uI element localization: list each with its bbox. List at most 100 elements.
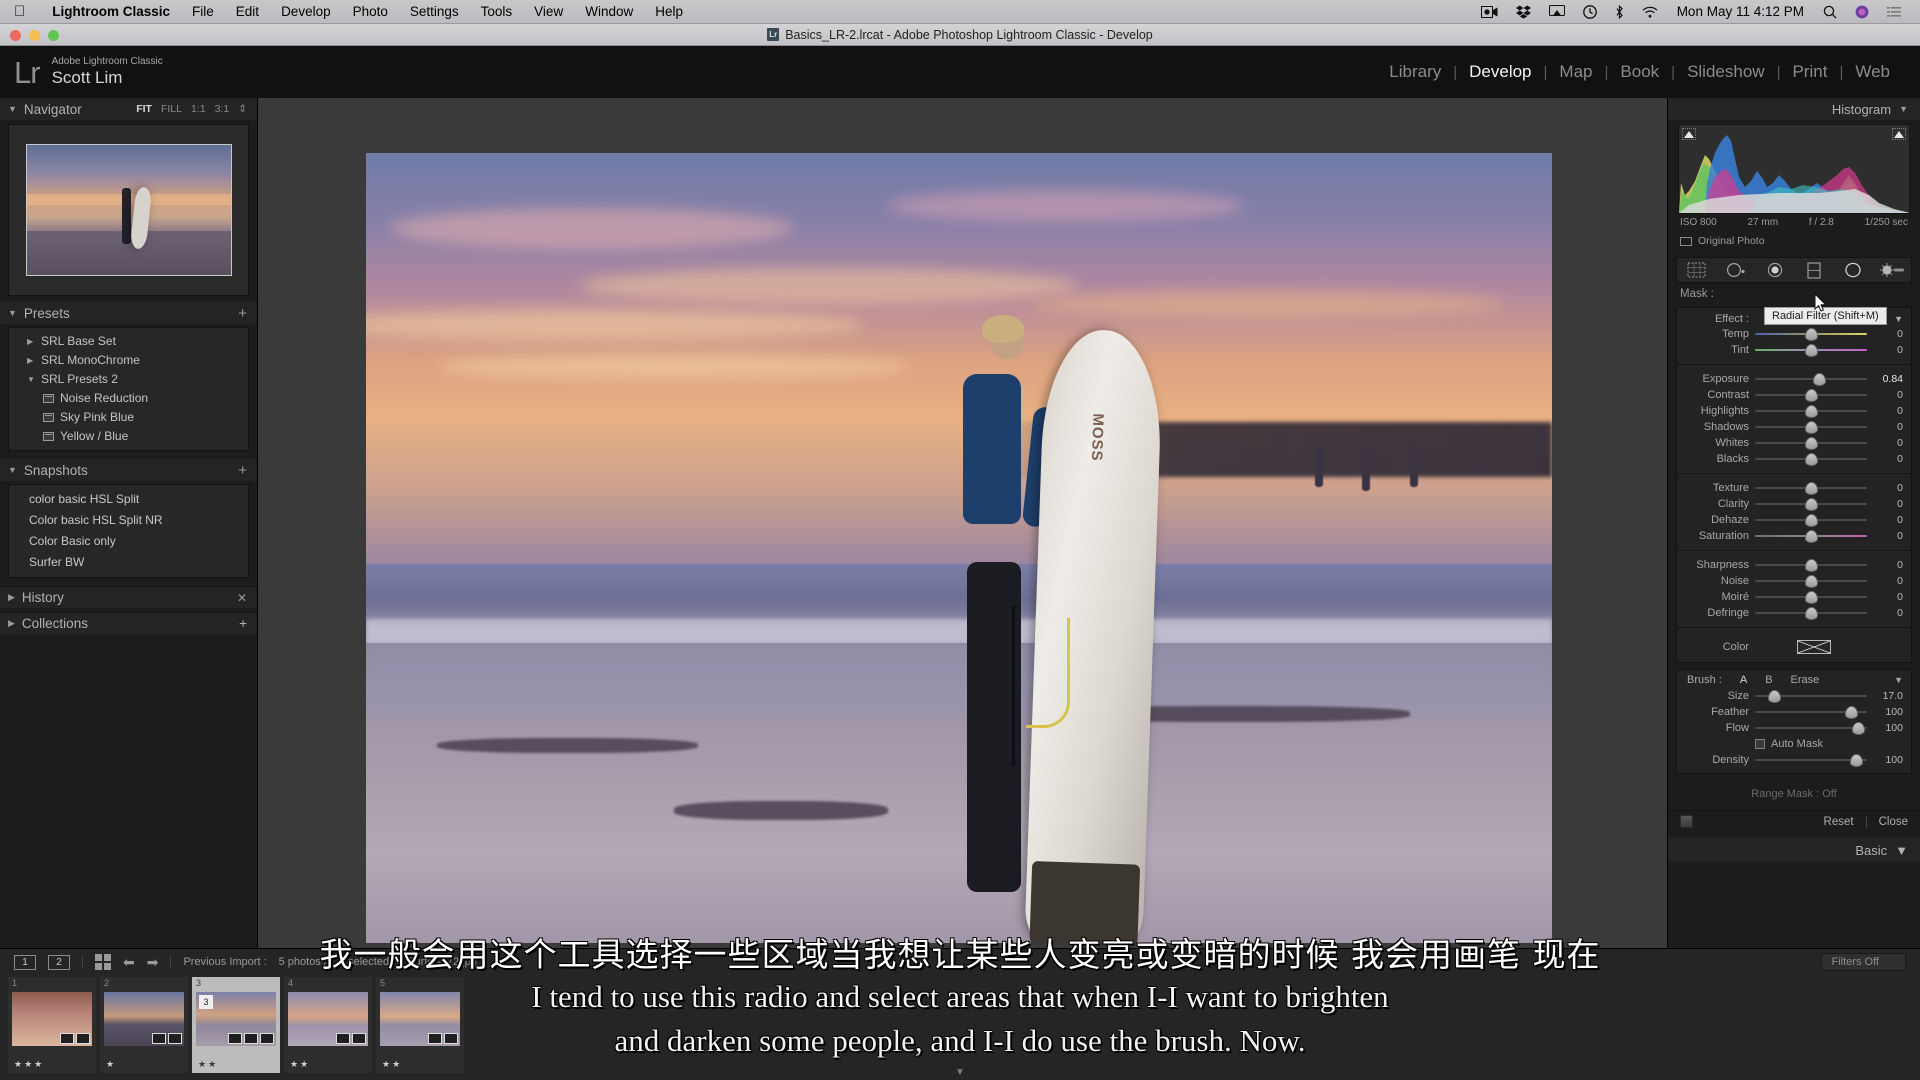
original-photo-toggle[interactable]: Original Photo xyxy=(1680,235,1908,247)
slider-control[interactable] xyxy=(1755,558,1867,572)
chevron-down-icon[interactable]: ▼ xyxy=(27,372,35,387)
bluetooth-icon[interactable] xyxy=(1615,5,1624,19)
slider-control[interactable] xyxy=(1755,343,1867,357)
search-icon[interactable] xyxy=(1823,5,1837,19)
menu-lightroom-classic[interactable]: Lightroom Classic xyxy=(41,4,181,19)
filmstrip-thumb[interactable]: 5 ★★ xyxy=(376,977,464,1073)
thumb-rating[interactable]: ★★ xyxy=(290,1059,310,1070)
slider-control[interactable] xyxy=(1755,513,1867,527)
slider-brush-feather[interactable]: Feather 100 xyxy=(1677,704,1911,720)
slider-dehaze[interactable]: Dehaze 0 xyxy=(1677,512,1911,528)
slider-sharpness[interactable]: Sharpness 0 xyxy=(1677,557,1911,573)
brush-b-button[interactable]: B xyxy=(1765,674,1772,686)
chevron-down-icon[interactable]: ▼ xyxy=(1899,104,1908,114)
module-slideshow[interactable]: Slideshow xyxy=(1675,62,1777,82)
add-preset-icon[interactable]: + xyxy=(238,305,247,322)
filmstrip-thumb[interactable]: 2 ★ xyxy=(100,977,188,1073)
window-controls[interactable] xyxy=(10,30,59,41)
slider-control[interactable] xyxy=(1755,529,1867,543)
slider-control[interactable] xyxy=(1755,452,1867,466)
slider-control[interactable] xyxy=(1755,753,1867,767)
maximize-window-button[interactable] xyxy=(48,30,59,41)
preset-sky-pink-blue[interactable]: Sky Pink Blue xyxy=(9,408,248,427)
filmstrip-thumb[interactable]: 1 ★★★ xyxy=(8,977,96,1073)
slider-control[interactable] xyxy=(1755,481,1867,495)
slider-brush-size[interactable]: Size 17.0 xyxy=(1677,688,1911,704)
slider-saturation[interactable]: Saturation 0 xyxy=(1677,528,1911,544)
snapshot-item[interactable]: Color basic HSL Split NR xyxy=(9,510,248,531)
slider-contrast[interactable]: Contrast 0 xyxy=(1677,387,1911,403)
crop-overlay-icon[interactable] xyxy=(1684,260,1710,280)
menu-photo[interactable]: Photo xyxy=(342,4,399,19)
slider-control[interactable] xyxy=(1755,689,1867,703)
wifi-icon[interactable] xyxy=(1642,6,1658,18)
slider-temp[interactable]: Temp 0 xyxy=(1677,326,1911,342)
menu-view[interactable]: View xyxy=(523,4,574,19)
chevron-right-icon[interactable]: ▶ xyxy=(8,618,15,629)
module-library[interactable]: Library xyxy=(1377,62,1453,82)
thumb-rating[interactable]: ★★ xyxy=(198,1059,218,1070)
monitor-2-button[interactable]: 2 xyxy=(48,955,70,970)
preset-group-srl-presets-2[interactable]: ▼ SRL Presets 2 xyxy=(9,370,248,389)
slider-control[interactable] xyxy=(1755,404,1867,418)
menu-tools[interactable]: Tools xyxy=(470,4,524,19)
slider-control[interactable] xyxy=(1755,590,1867,604)
screen-record-icon[interactable] xyxy=(1481,6,1498,18)
thumb-rating[interactable]: ★ xyxy=(106,1059,116,1070)
close-effect-button[interactable]: Close xyxy=(1879,816,1908,828)
time-machine-icon[interactable] xyxy=(1583,5,1597,19)
chevron-right-icon[interactable]: ▶ xyxy=(27,334,35,349)
navigator-header[interactable]: ▼ Navigator FIT FILL 1:1 3:1 ⇕ xyxy=(0,98,257,120)
graduated-filter-icon[interactable] xyxy=(1801,260,1827,280)
zoom-fill[interactable]: FILL xyxy=(161,103,182,115)
slider-control[interactable] xyxy=(1755,721,1867,735)
module-print[interactable]: Print xyxy=(1780,62,1839,82)
filters-dropdown[interactable]: Filters Off xyxy=(1821,953,1906,971)
menu-develop[interactable]: Develop xyxy=(270,4,342,19)
back-arrow-icon[interactable]: ⬅ xyxy=(123,954,135,971)
clear-history-icon[interactable]: ✕ xyxy=(237,591,247,605)
snapshot-item[interactable]: Surfer BW xyxy=(9,552,248,573)
menu-bar-clock[interactable]: Mon May 11 4:12 PM xyxy=(1677,4,1804,19)
menu-edit[interactable]: Edit xyxy=(225,4,270,19)
photo-preview[interactable]: MOSS xyxy=(366,153,1552,943)
zoom-stepper-icon[interactable]: ⇕ xyxy=(238,103,247,115)
slider-tint[interactable]: Tint 0 xyxy=(1677,342,1911,358)
panel-switch-toggle[interactable] xyxy=(1680,815,1693,828)
thumb-rating[interactable]: ★★ xyxy=(382,1059,402,1070)
control-center-icon[interactable] xyxy=(1887,6,1901,18)
filmstrip-collapse-arrow[interactable]: ▼ xyxy=(955,1067,965,1078)
module-book[interactable]: Book xyxy=(1608,62,1671,82)
slider-clarity[interactable]: Clarity 0 xyxy=(1677,496,1911,512)
monitor-1-button[interactable]: 1 xyxy=(14,955,36,970)
chevron-right-icon[interactable]: ▶ xyxy=(27,353,35,368)
slider-brush-density[interactable]: Density 100 xyxy=(1677,752,1911,768)
zoom-fit[interactable]: FIT xyxy=(136,103,152,115)
add-collection-icon[interactable]: + xyxy=(239,616,247,631)
menu-window[interactable]: Window xyxy=(574,4,644,19)
menu-file[interactable]: File xyxy=(181,4,225,19)
preset-group-srl-base-set[interactable]: ▶ SRL Base Set xyxy=(9,332,248,351)
snapshot-item[interactable]: Color Basic only xyxy=(9,531,248,552)
thumb-rating[interactable]: ★★★ xyxy=(14,1059,44,1070)
close-window-button[interactable] xyxy=(10,30,21,41)
airplay-icon[interactable] xyxy=(1549,5,1565,18)
slider-shadows[interactable]: Shadows 0 xyxy=(1677,419,1911,435)
siri-icon[interactable] xyxy=(1855,5,1869,19)
chevron-down-icon[interactable]: ▼ xyxy=(1895,843,1908,858)
navigator-preview[interactable] xyxy=(8,124,249,296)
chevron-down-icon[interactable]: ▼ xyxy=(1894,675,1903,685)
preset-yellow-blue[interactable]: Yellow / Blue xyxy=(9,427,248,446)
red-eye-icon[interactable] xyxy=(1762,260,1788,280)
radial-filter-icon[interactable] xyxy=(1840,260,1866,280)
slider-highlights[interactable]: Highlights 0 xyxy=(1677,403,1911,419)
slider-noise[interactable]: Noise 0 xyxy=(1677,573,1911,589)
identity-plate[interactable]: Lr Adobe Lightroom Classic Scott Lim xyxy=(0,56,163,89)
apple-icon[interactable]:  xyxy=(14,4,25,19)
slider-moire[interactable]: Moiré 0 xyxy=(1677,589,1911,605)
zoom-1-1[interactable]: 1:1 xyxy=(191,103,206,115)
slider-control[interactable] xyxy=(1755,606,1867,620)
history-header[interactable]: ▶ History ✕ xyxy=(0,586,257,608)
slider-texture[interactable]: Texture 0 xyxy=(1677,480,1911,496)
histogram[interactable] xyxy=(1678,124,1910,214)
